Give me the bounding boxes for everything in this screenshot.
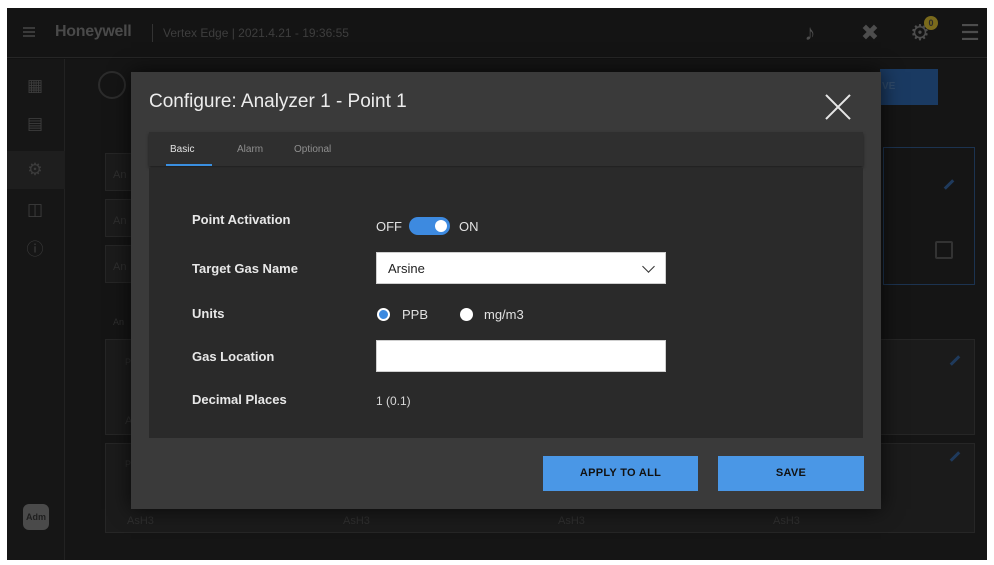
- save-button[interactable]: SAVE: [718, 456, 864, 491]
- units-radio-mgm3[interactable]: [460, 308, 473, 321]
- background-cell: AsH3: [558, 515, 585, 527]
- hamburger-menu-icon[interactable]: [23, 27, 35, 37]
- toggle-on-label: ON: [459, 219, 479, 234]
- brand-divider: [152, 24, 153, 42]
- toggle-knob: [435, 220, 447, 232]
- background-cell: An: [113, 317, 125, 327]
- point-activation-label: Point Activation: [192, 212, 291, 227]
- apply-to-all-button[interactable]: APPLY TO ALL: [543, 456, 698, 491]
- decimal-places-value: 1 (0.1): [376, 394, 411, 408]
- background-save-button: VE: [880, 69, 938, 105]
- background-cell: AsH3: [127, 515, 154, 527]
- avatar[interactable]: Adm: [23, 504, 49, 530]
- sidebar: ▦ ▤ ⚙ ◫ ⓘ Adm: [7, 59, 65, 560]
- brand-logo: Honeywell: [55, 23, 132, 40]
- document-icon[interactable]: ▤: [24, 113, 46, 135]
- tab-optional[interactable]: Optional: [294, 144, 331, 155]
- tools-icon[interactable]: ✖: [857, 20, 883, 46]
- copy-icon: [935, 241, 953, 259]
- device-info: Vertex Edge | 2021.4.21 - 19:36:55: [163, 26, 349, 40]
- help-icon[interactable]: ⓘ: [24, 239, 46, 261]
- tab-alarm[interactable]: Alarm: [237, 144, 263, 155]
- tab-basic[interactable]: Basic: [170, 144, 194, 155]
- background-cell: AsH3: [773, 515, 800, 527]
- top-bar: Honeywell Vertex Edge | 2021.4.21 - 19:3…: [7, 8, 987, 58]
- tab-bar: Basic Alarm Optional: [149, 132, 863, 166]
- units-label: Units: [192, 306, 225, 321]
- background-cell: An: [113, 169, 127, 181]
- units-option-ppb: PPB: [402, 307, 429, 322]
- gear-icon[interactable]: ⚙: [24, 159, 46, 181]
- dialog-title: Configure: Analyzer 1 - Point 1: [149, 91, 407, 112]
- back-arrow-icon: [98, 71, 126, 99]
- units-option-mgm3: mg/m3: [484, 307, 524, 322]
- units-radio-ppb[interactable]: [377, 308, 390, 321]
- bell-icon[interactable]: ♪: [797, 20, 823, 46]
- basic-settings-panel: Point Activation OFF ON Target Gas Name …: [149, 168, 863, 438]
- configure-dialog: Configure: Analyzer 1 - Point 1 Basic Al…: [131, 72, 881, 509]
- dashboard-icon[interactable]: ▦: [24, 75, 46, 97]
- background-cell: An: [113, 215, 127, 227]
- toggle-off-label: OFF: [376, 219, 402, 234]
- target-gas-select[interactable]: Arsine: [376, 252, 666, 284]
- target-gas-value: Arsine: [388, 261, 425, 276]
- background-cell: AsH3: [343, 515, 370, 527]
- background-cell: An: [113, 261, 127, 273]
- point-activation-toggle[interactable]: [409, 217, 450, 235]
- background-selected-frame: [883, 147, 975, 285]
- notification-badge: 0: [924, 16, 938, 30]
- chevron-down-icon: [642, 260, 655, 273]
- gas-location-label: Gas Location: [192, 349, 275, 364]
- target-gas-name-label: Target Gas Name: [192, 261, 298, 276]
- settings-list-icon[interactable]: ☰: [957, 20, 983, 46]
- active-tab-indicator: [166, 164, 212, 166]
- close-icon[interactable]: [823, 92, 853, 122]
- devices-icon[interactable]: ◫: [24, 199, 46, 221]
- gas-location-input[interactable]: [376, 340, 666, 372]
- decimal-places-label: Decimal Places: [192, 392, 287, 407]
